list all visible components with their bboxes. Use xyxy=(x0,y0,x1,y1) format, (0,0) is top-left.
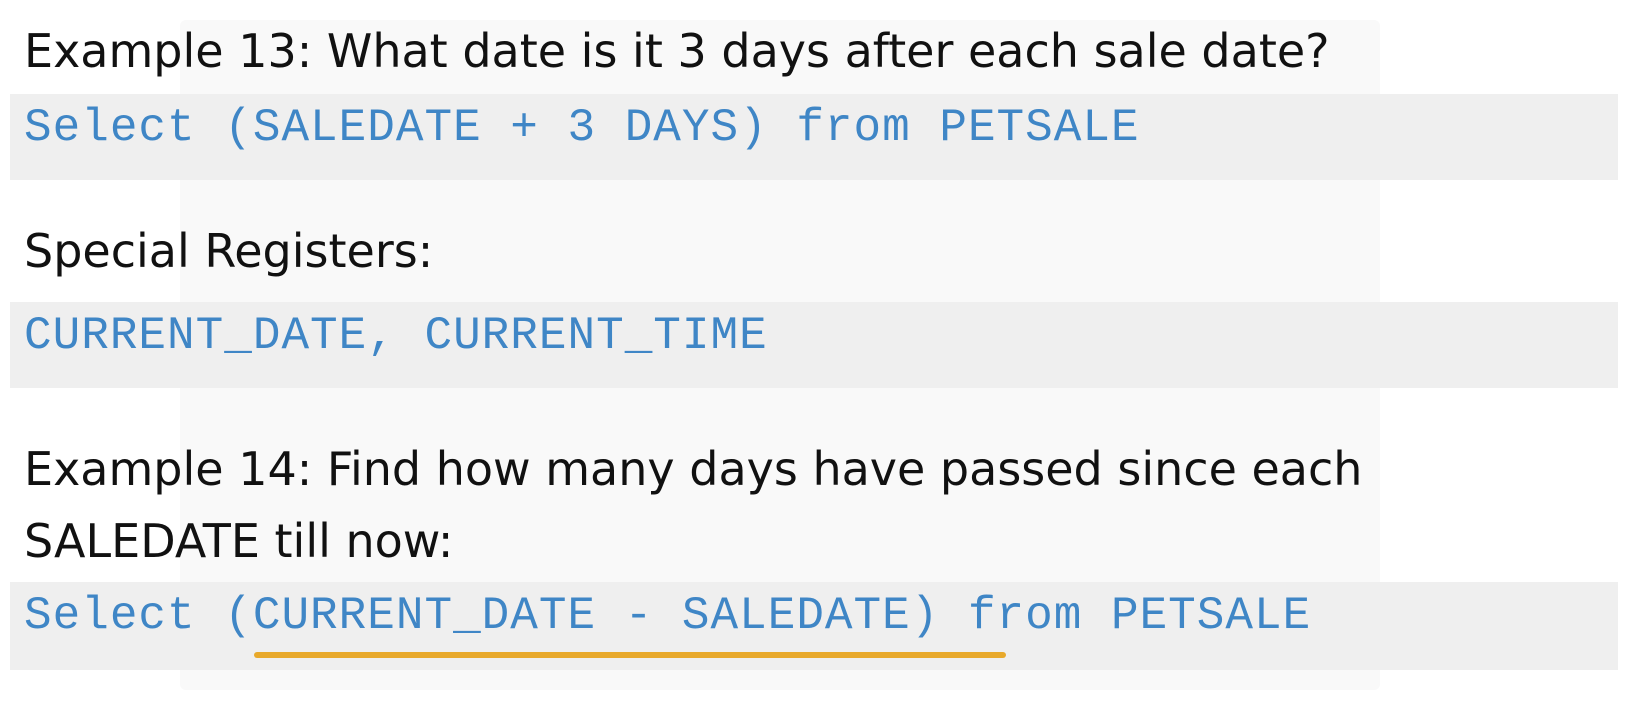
example-13-code-block: Select (SALEDATE + 3 DAYS) from PETSALE xyxy=(10,94,1618,180)
special-registers-code-block: CURRENT_DATE, CURRENT_TIME xyxy=(10,302,1618,388)
special-registers-code: CURRENT_DATE, CURRENT_TIME xyxy=(24,310,768,362)
example-14-question-line-1: Example 14: Find how many days have pass… xyxy=(24,442,1363,496)
example-14-question-line-2: SALEDATE till now: xyxy=(24,514,454,568)
example-13-code: Select (SALEDATE + 3 DAYS) from PETSALE xyxy=(24,102,1140,154)
special-registers-heading: Special Registers: xyxy=(24,224,434,278)
highlight-underline xyxy=(254,652,1006,658)
example-14-code-block: Select (CURRENT_DATE - SALEDATE) from PE… xyxy=(10,582,1618,670)
example-13-question: Example 13: What date is it 3 days after… xyxy=(24,24,1330,78)
example-14-code: Select (CURRENT_DATE - SALEDATE) from PE… xyxy=(24,590,1312,642)
slide: Example 13: What date is it 3 days after… xyxy=(0,0,1628,712)
